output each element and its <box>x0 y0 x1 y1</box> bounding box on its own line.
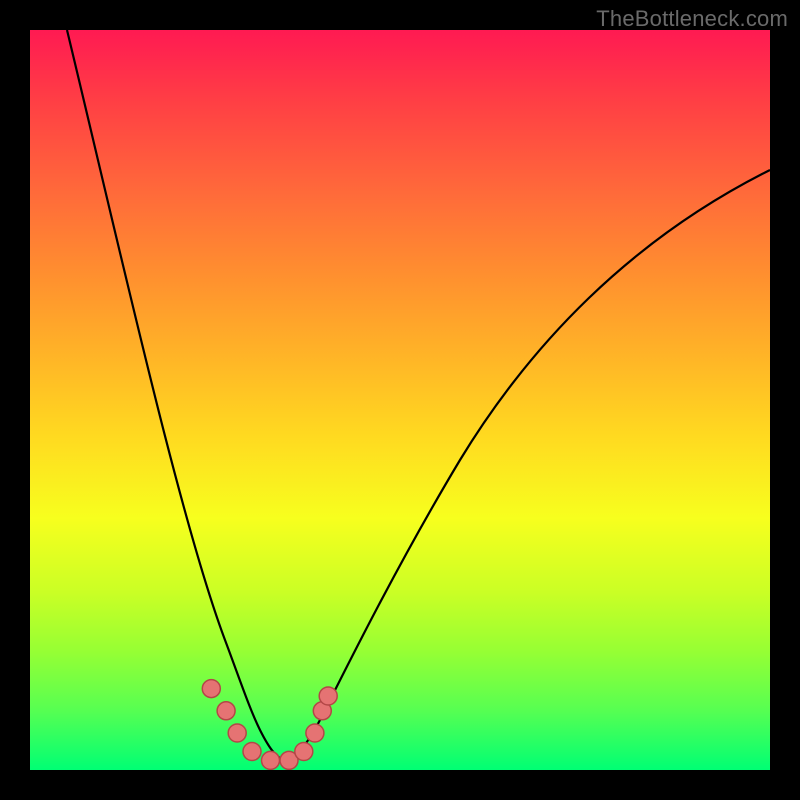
chart-plot-area <box>30 30 770 770</box>
curve-marker <box>306 724 324 742</box>
curve-marker <box>295 743 313 761</box>
curve-marker <box>319 687 337 705</box>
curve-marker <box>202 680 220 698</box>
curve-marker <box>217 702 235 720</box>
curve-marker <box>228 724 246 742</box>
curve-path <box>67 30 770 760</box>
watermark-text: TheBottleneck.com <box>596 6 788 32</box>
curve-markers <box>202 680 337 770</box>
bottleneck-curve <box>30 30 770 770</box>
curve-marker <box>262 751 280 769</box>
curve-marker <box>243 743 261 761</box>
